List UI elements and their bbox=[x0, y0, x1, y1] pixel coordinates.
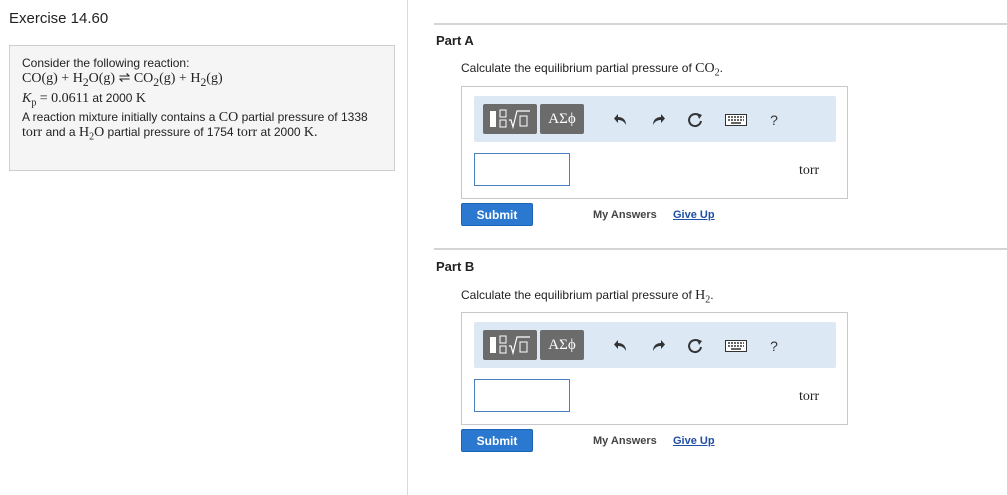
help-icon[interactable]: ? bbox=[763, 335, 785, 357]
equilibrium-arrow: ⇌ bbox=[118, 71, 131, 86]
parts-pane: Part A Calculate the equilibrium partial… bbox=[409, 0, 1007, 495]
part-b-divider bbox=[434, 248, 1007, 250]
redo-icon[interactable] bbox=[647, 335, 669, 357]
exercise-title: Exercise 14.60 bbox=[9, 10, 109, 27]
part-b-unit: torr bbox=[799, 389, 820, 404]
part-b-answer-input[interactable] bbox=[474, 379, 570, 412]
greek-symbols-button[interactable]: ΑΣϕ bbox=[540, 104, 584, 134]
part-b-answer-panel: ΑΣϕ ? torr bbox=[461, 312, 848, 425]
templates-button[interactable] bbox=[483, 104, 537, 134]
reaction-equation: CO(g) + H2O(g) ⇌ CO2(g) + H2(g) bbox=[22, 71, 223, 89]
problem-statement: Consider the following reaction: CO(g) +… bbox=[9, 45, 395, 171]
part-b-title: Part B bbox=[436, 259, 475, 274]
part-a-answer-panel: ΑΣϕ ? torr bbox=[461, 86, 848, 199]
undo-icon[interactable] bbox=[610, 335, 632, 357]
templates-button[interactable] bbox=[483, 330, 537, 360]
part-a-question: Calculate the equilibrium partial pressu… bbox=[461, 61, 723, 79]
templates-icon bbox=[490, 109, 530, 130]
part-b-question: Calculate the equilibrium partial pressu… bbox=[461, 288, 714, 306]
part-a-divider bbox=[434, 23, 1007, 25]
part-a-unit: torr bbox=[799, 163, 820, 178]
templates-icon bbox=[490, 335, 530, 356]
reset-icon[interactable] bbox=[684, 109, 706, 131]
reset-icon[interactable] bbox=[684, 335, 706, 357]
part-b-submit-button[interactable]: Submit bbox=[461, 429, 533, 452]
part-b-my-answers-link[interactable]: My Answers bbox=[593, 435, 657, 447]
math-toolbar: ΑΣϕ ? bbox=[474, 322, 836, 368]
math-toolbar: ΑΣϕ ? bbox=[474, 96, 836, 142]
greek-symbols-button[interactable]: ΑΣϕ bbox=[540, 330, 584, 360]
redo-icon[interactable] bbox=[647, 109, 669, 131]
keyboard-icon[interactable] bbox=[723, 335, 749, 357]
part-a-answer-input[interactable] bbox=[474, 153, 570, 186]
part-b-give-up-link[interactable]: Give Up bbox=[673, 435, 715, 447]
part-a-title: Part A bbox=[436, 33, 474, 48]
problem-pane: Exercise 14.60 Consider the following re… bbox=[0, 0, 408, 495]
keyboard-icon[interactable] bbox=[723, 109, 749, 131]
undo-icon[interactable] bbox=[610, 109, 632, 131]
problem-intro: Consider the following reaction: bbox=[22, 56, 190, 70]
problem-body: A reaction mixture initially contains a … bbox=[22, 110, 368, 143]
kp-value: Kp = 0.0611 at 2000 K bbox=[22, 90, 146, 109]
help-icon[interactable]: ? bbox=[763, 109, 785, 131]
part-a-my-answers-link[interactable]: My Answers bbox=[593, 209, 657, 221]
part-a-submit-button[interactable]: Submit bbox=[461, 203, 533, 226]
part-a-give-up-link[interactable]: Give Up bbox=[673, 209, 715, 221]
